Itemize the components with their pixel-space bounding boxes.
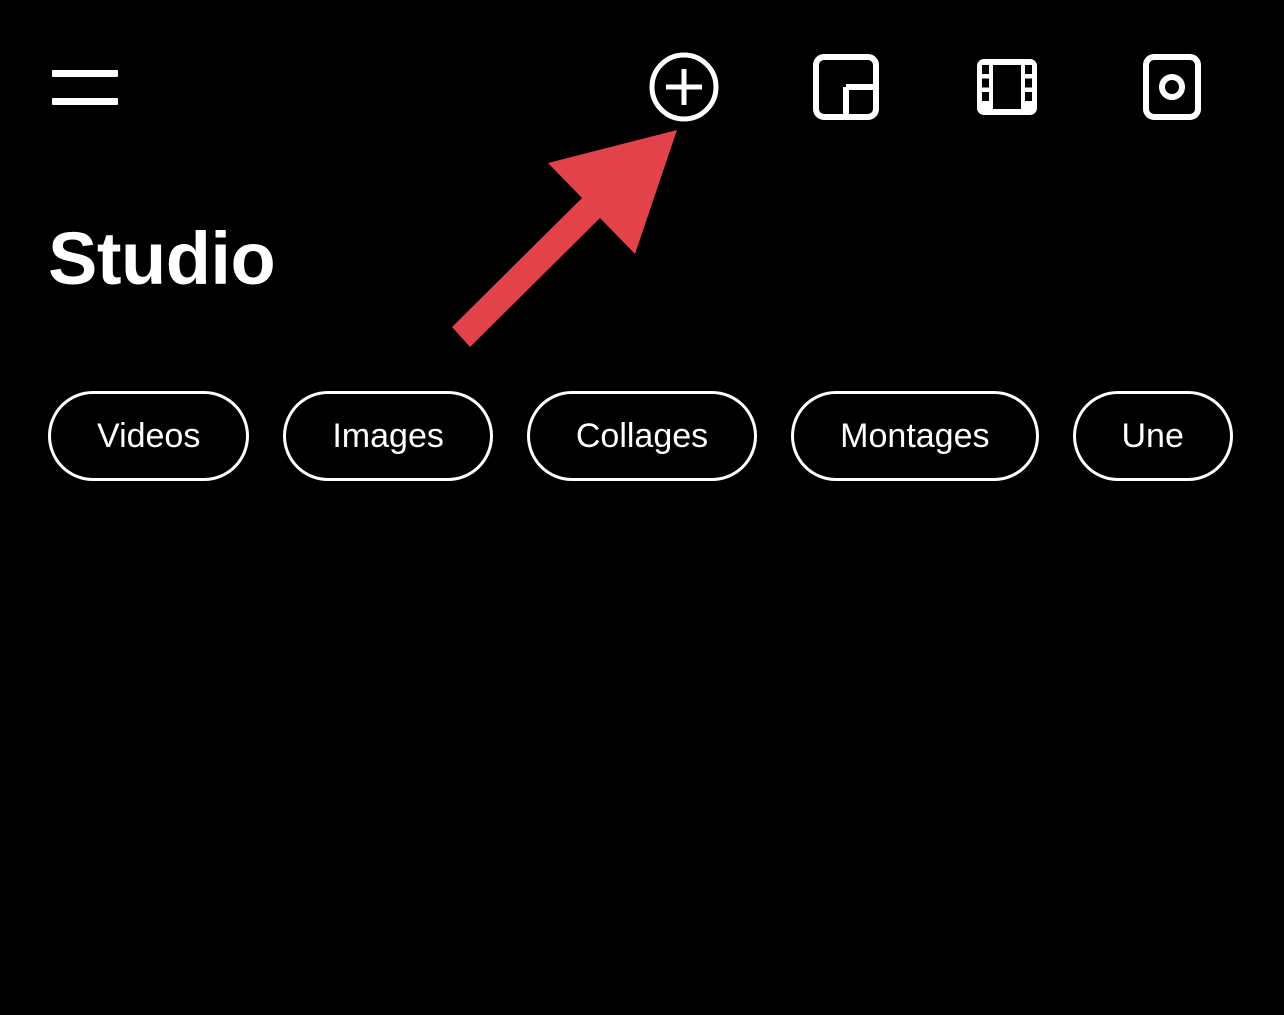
- filter-chip-unedited[interactable]: Une: [1072, 391, 1233, 481]
- add-button[interactable]: [643, 46, 725, 128]
- content-area: [0, 500, 1284, 1015]
- filter-chip-row: Videos Images Collages Montages Une: [48, 390, 1284, 482]
- hamburger-bar-top: [52, 70, 118, 77]
- filter-chip-images[interactable]: Images: [283, 391, 493, 481]
- filter-chip-montages[interactable]: Montages: [791, 391, 1039, 481]
- camera-icon: [1143, 54, 1201, 120]
- top-bar: [0, 0, 1284, 150]
- hamburger-bar-bottom: [52, 98, 118, 105]
- collage-icon: [813, 54, 879, 120]
- page-title: Studio: [48, 217, 276, 300]
- hamburger-menu-icon[interactable]: [48, 56, 122, 118]
- filmstrip-icon: [977, 59, 1037, 115]
- app-root: Studio Videos Images Collages Montages U…: [0, 0, 1284, 1015]
- arrow-icon: [452, 130, 677, 347]
- camera-button[interactable]: [1131, 46, 1213, 128]
- collage-button[interactable]: [805, 46, 887, 128]
- filmstrip-button[interactable]: [966, 46, 1048, 128]
- plus-circle-icon: [649, 52, 719, 122]
- filter-chip-collages[interactable]: Collages: [526, 391, 758, 481]
- annotation-arrow: [430, 115, 720, 365]
- filter-chip-videos[interactable]: Videos: [48, 391, 250, 481]
